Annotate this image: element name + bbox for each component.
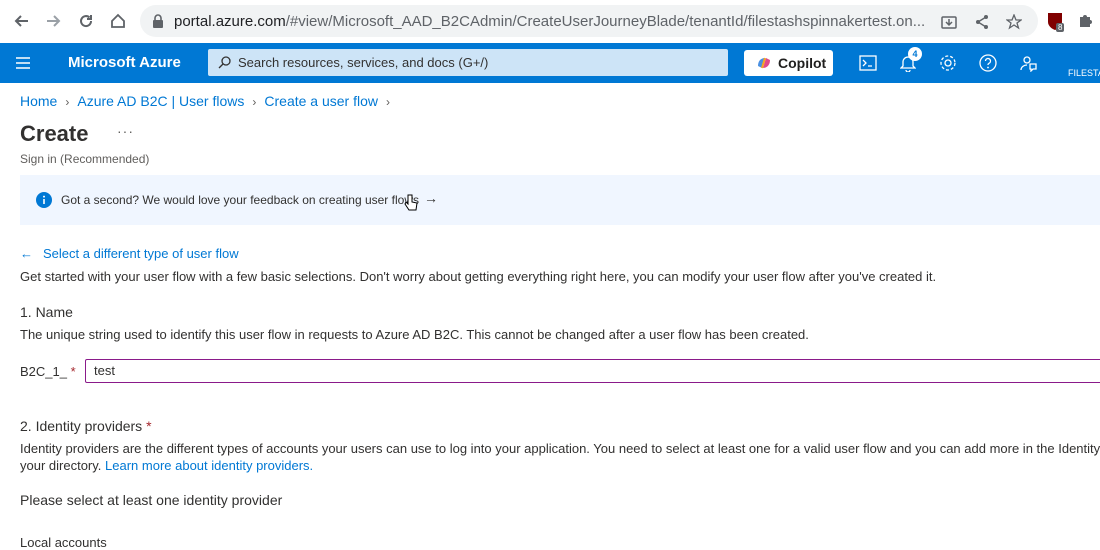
lock-icon[interactable] [152,14,164,33]
share-icon[interactable] [973,13,991,31]
extension-badge: 8 [1056,23,1065,32]
copilot-button[interactable]: Copilot [744,50,833,76]
feedback-banner[interactable]: Got a second? We would love your feedbac… [20,175,1100,225]
global-search-input[interactable]: Search resources, services, and docs (G+… [208,49,728,76]
hand-cursor-icon [404,194,418,217]
required-mark: * [70,364,76,379]
install-app-icon[interactable] [940,13,958,31]
azure-brand[interactable]: Microsoft Azure [68,54,181,71]
copilot-label: Copilot [778,55,827,71]
intro-text: Get started with your user flow with a f… [20,269,937,284]
back-link-label: Select a different type of user flow [43,246,239,261]
breadcrumb-create-user-flow[interactable]: Create a user flow [264,93,378,109]
copilot-icon [756,56,772,73]
breadcrumb-home[interactable]: Home [20,93,57,109]
page-title: Create [20,121,89,146]
user-flow-name-field[interactable] [85,359,1100,383]
learn-more-identity-providers-link[interactable]: Learn more about identity providers. [105,458,313,473]
arrow-left-icon: ← [20,246,33,261]
reload-icon[interactable] [75,10,97,32]
breadcrumb: Home › Azure AD B2C | User flows › Create a … [20,93,398,109]
identity-providers-description-line2: your directory. [20,458,102,473]
url-text[interactable]: portal.azure.com/#view/Microsoft_AAD_B2C… [174,13,934,30]
name-section-description: The unique string used to identify this … [20,327,809,342]
breadcrumb-chevron-icon: › [252,95,257,109]
cloud-shell-icon[interactable] [858,53,878,73]
name-section-heading: 1. Name [20,304,73,320]
forward-icon[interactable] [43,10,65,32]
local-accounts-label: Local accounts [20,535,107,550]
page-subtitle: Sign in (Recommended) [20,152,150,166]
breadcrumb-chevron-icon: › [65,95,70,109]
url-path: /#view/Microsoft_AAD_B2CAdmin/CreateUser… [285,13,926,30]
select-different-user-flow-link[interactable]: ← Select a different type of user flow [20,246,239,261]
arrow-right-icon[interactable]: → [424,190,438,206]
bookmark-star-icon[interactable] [1005,13,1023,31]
feedback-banner-text: Got a second? We would love your feedbac… [61,193,419,207]
breadcrumb-chevron-icon: › [386,95,390,109]
select-provider-prompt: Please select at least one identity prov… [20,492,283,508]
identity-providers-heading-label: 2. Identity providers [20,418,143,434]
identity-providers-description: Identity providers are the different typ… [20,441,1100,456]
address-bar[interactable]: portal.azure.com/#view/Microsoft_AAD_B2C… [140,5,1038,37]
url-host: portal.azure.com [174,13,286,30]
ublock-extension-icon[interactable]: 8 [1045,11,1065,32]
extensions-puzzle-icon[interactable] [1077,11,1097,31]
home-icon[interactable] [107,10,129,32]
name-prefix: B2C_1_ [20,364,67,379]
name-prefix-label: B2C_1_ * [20,364,76,379]
feedback-icon[interactable] [1018,53,1038,73]
menu-icon[interactable] [14,55,34,71]
settings-gear-icon[interactable] [938,53,958,73]
identity-providers-description-2: your directory. Learn more about identit… [20,458,313,473]
more-options-button[interactable]: ··· [117,123,134,139]
notifications-badge: 4 [908,47,922,61]
help-icon[interactable] [978,53,998,73]
identity-providers-heading: 2. Identity providers * [20,418,152,434]
account-label[interactable]: FILESTA [1068,68,1100,78]
search-icon [218,56,231,74]
user-flow-name-input[interactable] [94,363,994,378]
info-icon [36,192,52,213]
browser-toolbar: portal.azure.com/#view/Microsoft_AAD_B2C… [0,0,1100,44]
required-mark: * [146,418,152,434]
back-icon[interactable] [10,10,32,32]
search-placeholder: Search resources, services, and docs (G+… [238,55,489,70]
breadcrumb-user-flows[interactable]: Azure AD B2C | User flows [77,93,244,109]
azure-top-bar: Microsoft Azure Search resources, servic… [0,43,1100,83]
